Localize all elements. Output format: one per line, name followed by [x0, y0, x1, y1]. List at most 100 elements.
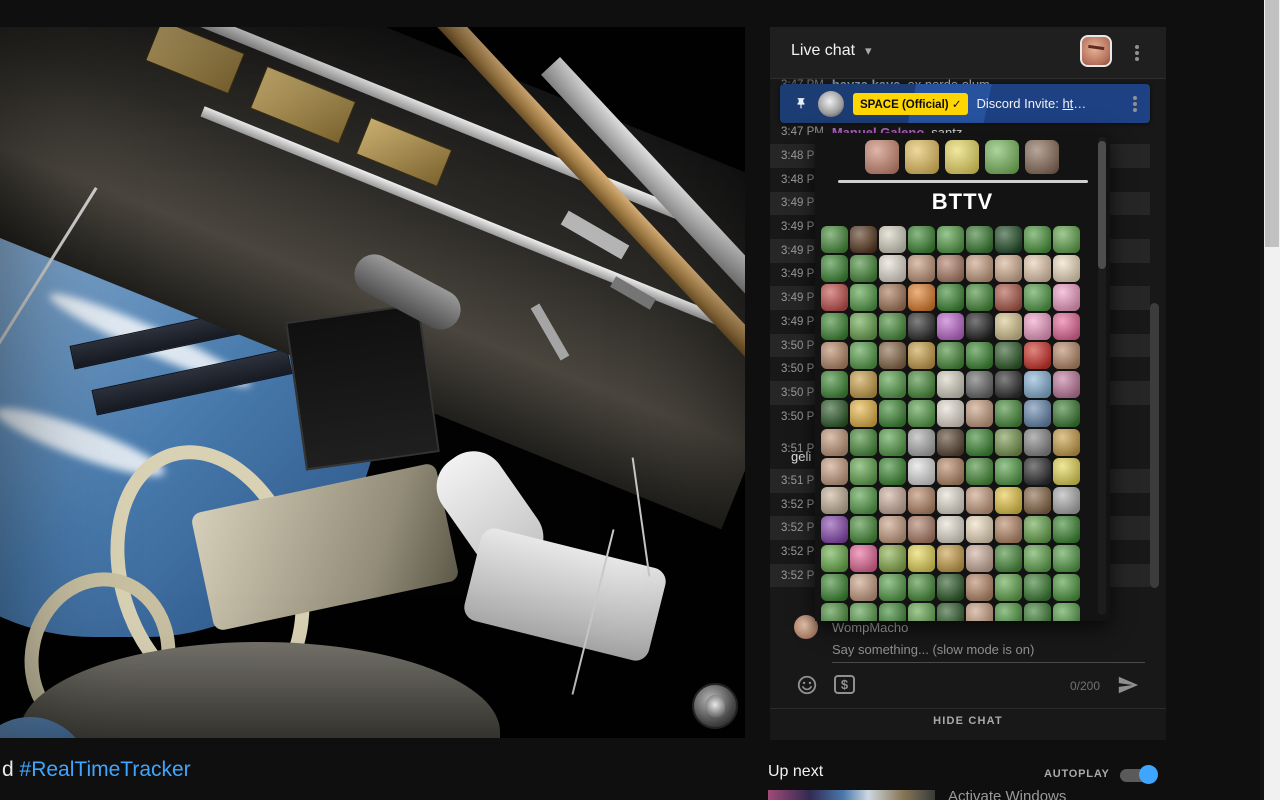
emote[interactable] — [966, 313, 993, 340]
emote[interactable] — [821, 284, 848, 311]
emote[interactable] — [1024, 313, 1051, 340]
chat-scrollbar-thumb[interactable] — [1150, 303, 1159, 588]
emote[interactable] — [1053, 603, 1080, 621]
emote[interactable] — [850, 226, 877, 253]
emote[interactable] — [1053, 284, 1080, 311]
emote[interactable] — [908, 284, 935, 311]
emote[interactable] — [966, 487, 993, 514]
emote[interactable] — [879, 342, 906, 369]
emote-tab-crying-bird[interactable] — [945, 140, 979, 174]
emote[interactable] — [995, 284, 1022, 311]
emote[interactable] — [850, 545, 877, 572]
emote[interactable] — [879, 400, 906, 427]
emote[interactable] — [1024, 516, 1051, 543]
emote-tab-anime-guy[interactable] — [1025, 140, 1059, 174]
emote[interactable] — [1024, 574, 1051, 601]
emote[interactable] — [995, 545, 1022, 572]
emote[interactable] — [937, 313, 964, 340]
emote[interactable] — [908, 487, 935, 514]
emote[interactable] — [879, 487, 906, 514]
emote[interactable] — [1024, 371, 1051, 398]
chevron-down-icon[interactable]: ▾ — [865, 43, 872, 59]
channel-watermark[interactable] — [692, 683, 738, 729]
emote[interactable] — [879, 516, 906, 543]
emote[interactable] — [995, 574, 1022, 601]
emote[interactable] — [879, 371, 906, 398]
emote[interactable] — [908, 226, 935, 253]
emote[interactable] — [1053, 342, 1080, 369]
emote[interactable] — [821, 487, 848, 514]
hashtag-link[interactable]: #RealTimeTracker — [20, 758, 191, 781]
emote[interactable] — [821, 255, 848, 282]
emote[interactable] — [1024, 342, 1051, 369]
emote[interactable] — [966, 284, 993, 311]
emote[interactable] — [966, 574, 993, 601]
emote[interactable] — [937, 574, 964, 601]
emote-tab-bird[interactable] — [905, 140, 939, 174]
emote[interactable] — [821, 400, 848, 427]
emote[interactable] — [850, 371, 877, 398]
emote[interactable] — [1024, 487, 1051, 514]
emote[interactable] — [995, 255, 1022, 282]
emote[interactable] — [821, 226, 848, 253]
emote[interactable] — [995, 516, 1022, 543]
picker-scrollbar-thumb[interactable] — [1098, 141, 1106, 269]
emote[interactable] — [995, 429, 1022, 456]
emote[interactable] — [966, 342, 993, 369]
emote[interactable] — [1024, 284, 1051, 311]
superchat-dollar-icon[interactable]: $ — [834, 675, 855, 694]
emote[interactable] — [850, 516, 877, 543]
emote[interactable] — [879, 313, 906, 340]
emote[interactable] — [908, 255, 935, 282]
video-player[interactable] — [0, 27, 745, 738]
emote[interactable] — [966, 516, 993, 543]
emote-tab-angry-face[interactable] — [865, 140, 899, 174]
emote[interactable] — [850, 400, 877, 427]
emote[interactable] — [908, 516, 935, 543]
emote[interactable] — [908, 400, 935, 427]
emote[interactable] — [908, 371, 935, 398]
emote[interactable] — [908, 574, 935, 601]
emote[interactable] — [1024, 603, 1051, 621]
emote[interactable] — [850, 458, 877, 485]
emote[interactable] — [1053, 255, 1080, 282]
chat-text-input[interactable]: Say something... (slow mode is on) — [832, 642, 1034, 657]
emote[interactable] — [908, 603, 935, 621]
emote[interactable] — [966, 545, 993, 572]
emote[interactable] — [995, 371, 1022, 398]
emote[interactable] — [1053, 400, 1080, 427]
send-icon[interactable] — [1116, 674, 1140, 696]
emote[interactable] — [879, 545, 906, 572]
autoplay-toggle-thumb[interactable] — [1139, 765, 1158, 784]
chat-menu-kebab-icon[interactable] — [1128, 44, 1146, 62]
emote[interactable] — [1024, 545, 1051, 572]
emote[interactable] — [879, 603, 906, 621]
emote[interactable] — [1053, 516, 1080, 543]
emote[interactable] — [850, 574, 877, 601]
emote[interactable] — [821, 458, 848, 485]
emote[interactable] — [908, 545, 935, 572]
emote[interactable] — [995, 400, 1022, 427]
emote[interactable] — [850, 487, 877, 514]
emote[interactable] — [879, 574, 906, 601]
hide-chat-button[interactable]: HIDE CHAT — [770, 715, 1166, 727]
emote[interactable] — [937, 400, 964, 427]
emote[interactable] — [821, 603, 848, 621]
emote[interactable] — [937, 429, 964, 456]
emote[interactable] — [1053, 429, 1080, 456]
emote[interactable] — [1053, 487, 1080, 514]
emoji-picker-icon[interactable] — [796, 674, 818, 696]
emote[interactable] — [850, 603, 877, 621]
emote[interactable] — [937, 342, 964, 369]
emote[interactable] — [1053, 574, 1080, 601]
pinned-message-banner[interactable]: SPACE (Official) ✓ Discord Invite: ht… — [780, 84, 1150, 123]
emote[interactable] — [1024, 429, 1051, 456]
emote[interactable] — [850, 255, 877, 282]
emote[interactable] — [850, 429, 877, 456]
pinned-kebab-icon[interactable] — [1126, 95, 1144, 113]
emote[interactable] — [908, 342, 935, 369]
emote-tab-green-blob[interactable] — [985, 140, 1019, 174]
emote[interactable] — [966, 603, 993, 621]
emote[interactable] — [1053, 545, 1080, 572]
emote[interactable] — [966, 226, 993, 253]
